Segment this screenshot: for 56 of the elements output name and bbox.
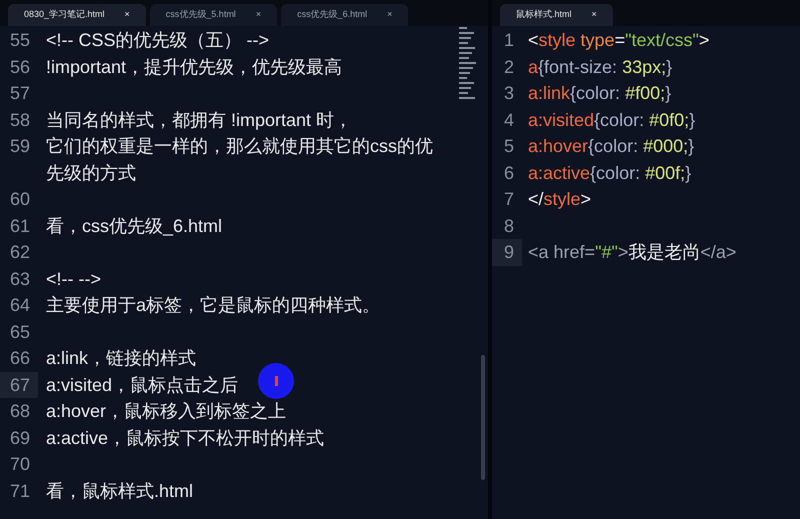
line-number: 66 [8,347,31,370]
code-line: a{font-size: 33px;} [527,56,672,79]
line-number: 60 [8,188,31,211]
close-button[interactable]: × [592,8,597,22]
code-line: a:visited，鼠标点击之后 [45,374,238,396]
line-number: 70 [8,453,31,476]
line-number: 63 [8,268,31,290]
line-number: 59 [8,135,31,158]
click-indicator-icon [258,363,294,399]
line-number: 68 [8,400,31,423]
close-button[interactable]: × [256,8,262,22]
editor-tab[interactable]: 鼠标样式.html × [500,4,613,26]
close-button[interactable]: × [124,8,130,22]
line-number: 6 [502,162,515,184]
line-number: 67 [0,372,38,398]
line-number: 71 [8,480,31,502]
code-line: 主要使用于a标签，它是鼠标的四种样式。 [45,294,380,317]
line-number: 1 [502,29,515,52]
code-line: 看，鼠标样式.html [45,480,194,502]
line-number: 2 [502,56,515,78]
code-line: a:link，链接的样式 [45,347,196,370]
close-button[interactable]: × [387,8,392,22]
line-number: 65 [8,320,31,344]
code-line: <!-- CSS的优先级（五） --> [45,29,270,52]
code-line: !important，提升优先级，优先级最高 [45,56,342,79]
code-line: </style> [527,188,592,211]
line-number: 3 [502,82,515,105]
line-number: 57 [8,82,31,105]
line-number: 9 [492,239,522,266]
code-line: <style type="text/css"> [527,29,710,52]
line-number: 4 [502,108,515,132]
line-number: 5 [502,135,515,158]
code-line: 当同名的样式，都拥有 !important 时， [45,108,352,132]
code-line: a:hover{color: #000;} [527,135,694,158]
code-line: <a href="#">我是老尚</a> [527,241,736,264]
code-line: 它们的权重是一样的，那么就使用其它的css的优先级的方式 [45,135,434,184]
line-number: 7 [502,188,515,211]
line-number: 58 [8,108,31,132]
code-line: a:active{color: #00f;} [527,162,692,185]
code-line: a:visited{color: #0f0;} [527,108,696,132]
editor-tab[interactable]: css优先级_6.html × [281,4,408,26]
code-line: 看，css优先级_6.html [45,214,222,238]
line-number: 56 [8,56,31,78]
scrollbar-thumb[interactable] [481,355,485,480]
line-number: 61 [8,214,31,238]
line-number: 62 [8,241,31,264]
code-line: a:link{color: #f00;} [527,82,672,105]
editor-tab[interactable]: css优先级_5.html × [150,4,278,26]
line-number: 64 [8,294,31,317]
code-line: a:active，鼠标按下不松开时的样式 [45,426,324,450]
editor-tab[interactable]: 0830_学习笔记.html × [8,4,146,26]
code-line: <!-- --> [45,268,102,290]
line-number: 69 [8,426,31,450]
line-number: 8 [502,214,515,238]
line-number: 55 [8,29,31,52]
code-line: a:hover，鼠标移入到标签之上 [45,400,286,423]
